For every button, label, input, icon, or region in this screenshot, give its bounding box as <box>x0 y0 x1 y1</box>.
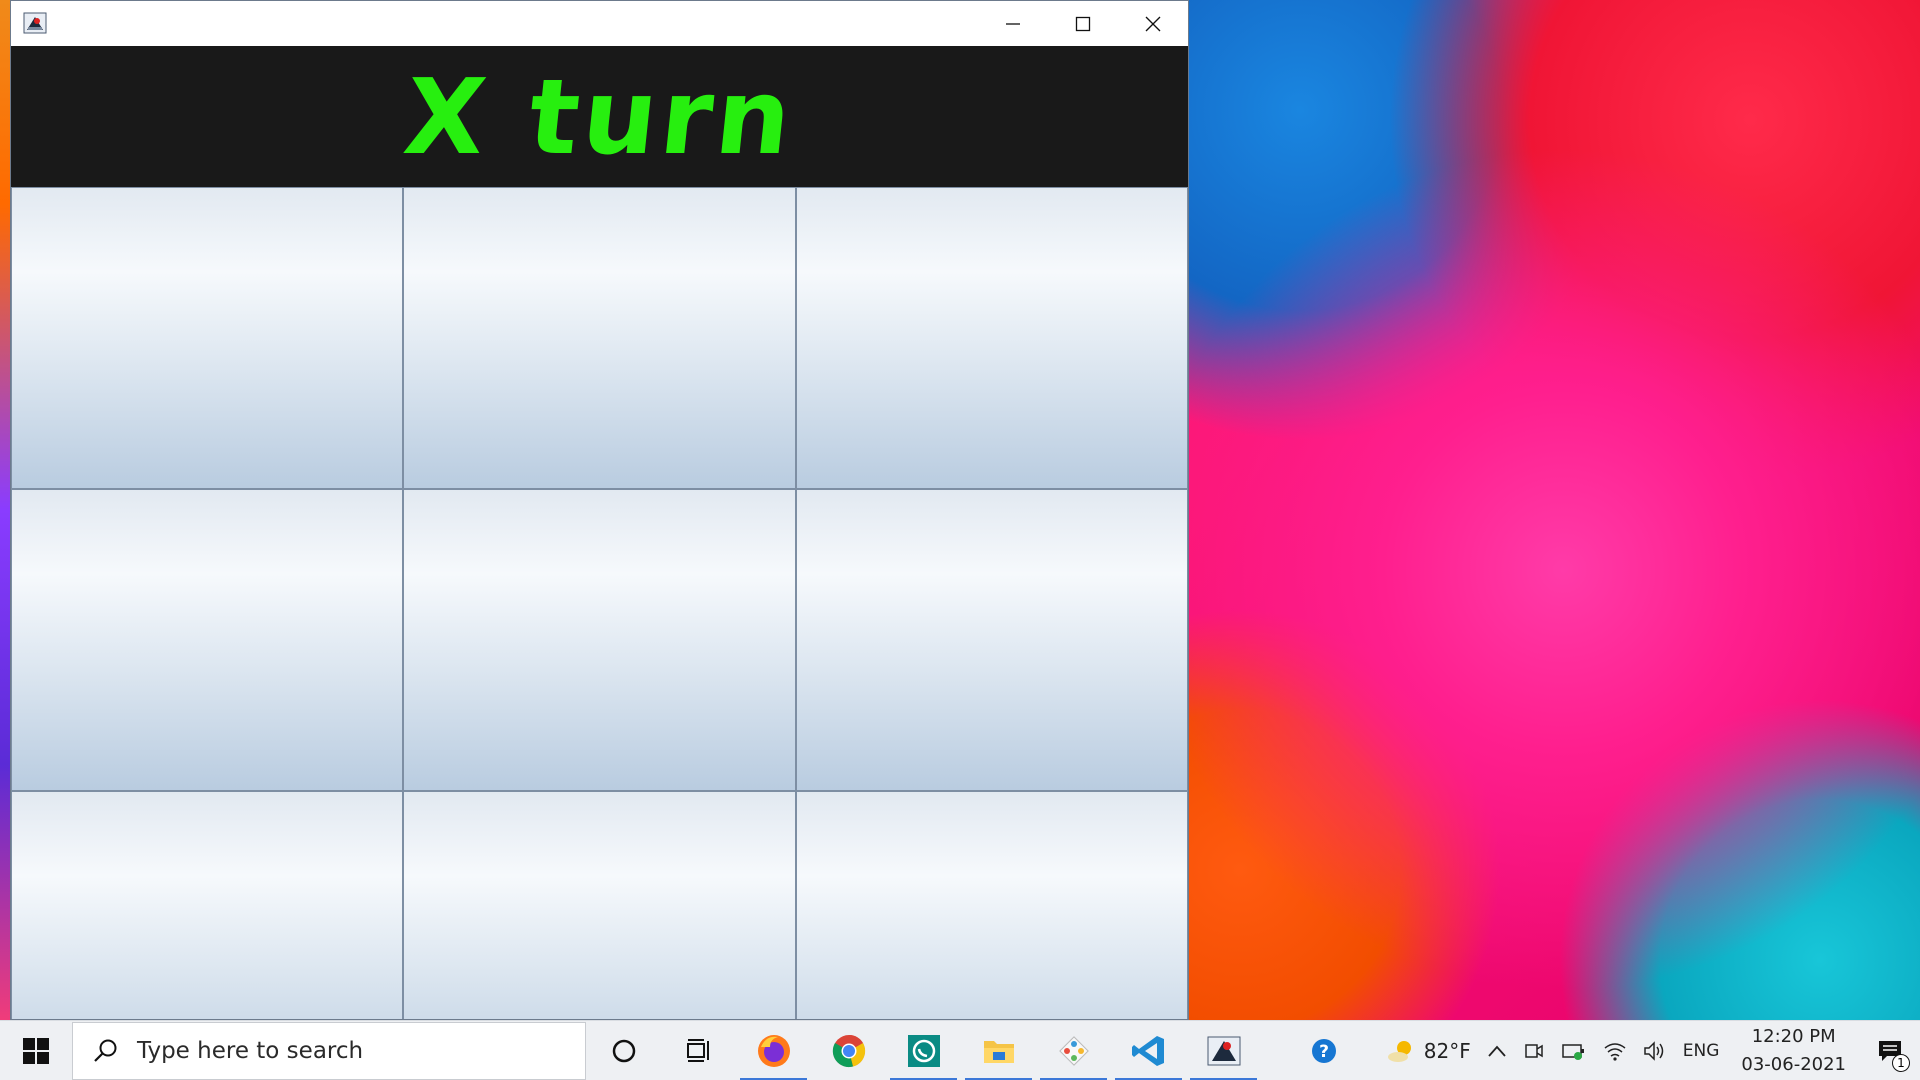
start-button[interactable] <box>0 1021 72 1080</box>
show-hidden-icons-button[interactable] <box>1479 1021 1515 1080</box>
language-label: ENG <box>1682 1041 1720 1061</box>
meet-now-button[interactable] <box>1515 1021 1553 1080</box>
wallpaper-edge <box>0 0 10 1020</box>
task-view-icon <box>686 1038 709 1062</box>
turn-status-label: X turn <box>398 55 801 178</box>
help-button[interactable]: ? <box>1302 1021 1346 1080</box>
cortana-button[interactable] <box>586 1021 661 1080</box>
board-cell-3[interactable] <box>11 489 404 791</box>
file-explorer-taskbar-button[interactable] <box>961 1021 1036 1080</box>
firefox-taskbar-button[interactable] <box>736 1021 811 1080</box>
maximize-icon <box>1075 16 1091 31</box>
java-icon <box>1207 1036 1240 1065</box>
close-icon <box>1145 16 1161 31</box>
close-button[interactable] <box>1118 1 1188 46</box>
board-cell-2[interactable] <box>795 187 1188 489</box>
weather-temperature: 82°F <box>1423 1039 1471 1063</box>
volume-button[interactable] <box>1635 1021 1675 1080</box>
language-indicator[interactable]: ENG <box>1675 1021 1728 1080</box>
chrome-taskbar-button[interactable] <box>811 1021 886 1080</box>
maximize-button[interactable] <box>1048 1 1118 46</box>
board-cell-4[interactable] <box>403 489 796 791</box>
speaker-icon <box>1644 1041 1663 1061</box>
search-icon <box>94 1039 117 1062</box>
vscode-taskbar-button[interactable] <box>1111 1021 1186 1080</box>
weather-widget[interactable]: 82°F <box>1346 1021 1479 1080</box>
wifi-icon <box>1604 1043 1626 1061</box>
chrome-icon <box>832 1034 865 1067</box>
taskbar-search-box[interactable]: Type here to search <box>72 1021 586 1080</box>
board-cell-6[interactable] <box>11 791 404 1019</box>
camera-icon <box>1525 1044 1543 1058</box>
status-panel: X turn <box>11 46 1188 187</box>
board-cell-0[interactable] <box>11 187 404 489</box>
board-cell-7[interactable] <box>403 791 796 1019</box>
task-view-button[interactable] <box>661 1021 736 1080</box>
board-cell-5[interactable] <box>795 489 1188 791</box>
vscode-icon <box>1131 1035 1164 1066</box>
minimize-button[interactable] <box>978 1 1048 46</box>
svg-text:?: ? <box>1319 1042 1329 1062</box>
minimize-icon <box>1006 22 1020 25</box>
folder-icon <box>983 1040 1014 1063</box>
action-center-button[interactable]: 1 <box>1860 1021 1920 1080</box>
windows-logo-icon <box>23 1037 49 1064</box>
clock[interactable]: 12:20 PM 03-06-2021 <box>1727 1023 1860 1079</box>
git-icon <box>1058 1035 1089 1066</box>
java-app-icon[interactable] <box>23 12 47 34</box>
game-board <box>11 187 1188 1019</box>
system-tray: ? 82°F ENG 12:20 PM 03-06-2021 1 <box>1302 1021 1920 1080</box>
tictactoe-window: X turn <box>10 0 1189 1020</box>
chevron-up-icon <box>1488 1045 1506 1057</box>
network-button[interactable] <box>1595 1021 1635 1080</box>
circle-icon <box>612 1039 635 1062</box>
help-icon: ? <box>1311 1039 1336 1063</box>
notification-count-badge: 1 <box>1892 1054 1910 1072</box>
java-app-taskbar-button[interactable] <box>1186 1021 1261 1080</box>
git-taskbar-button[interactable] <box>1036 1021 1111 1080</box>
whatsapp-icon <box>907 1034 940 1067</box>
taskbar: Type here to search ? 82°F ENG 12:20 PM … <box>0 1020 1920 1080</box>
board-cell-8[interactable] <box>795 791 1188 1019</box>
board-cell-1[interactable] <box>403 187 796 489</box>
clock-date: 03-06-2021 <box>1741 1054 1846 1075</box>
clock-time: 12:20 PM <box>1751 1026 1836 1047</box>
title-bar[interactable] <box>11 1 1188 46</box>
weather-sun-cloud-icon <box>1387 1041 1411 1062</box>
search-placeholder: Type here to search <box>137 1037 364 1064</box>
whatsapp-taskbar-button[interactable] <box>886 1021 961 1080</box>
firefox-icon <box>757 1034 790 1067</box>
battery-charging-icon <box>1562 1044 1584 1060</box>
battery-button[interactable] <box>1553 1021 1595 1080</box>
